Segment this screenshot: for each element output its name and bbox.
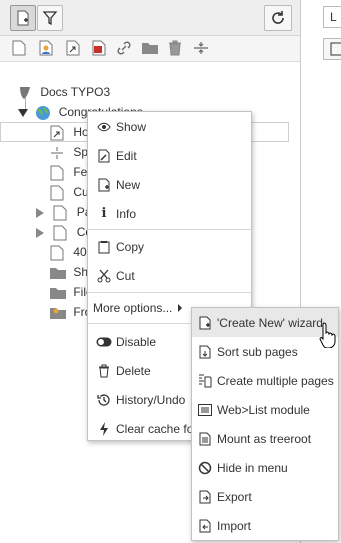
wizard-icon [197,315,213,331]
frontend-users-folder-icon [50,307,66,319]
copy-icon [96,239,112,255]
view-icon [330,42,341,56]
submenu-item-import[interactable]: Import [192,511,338,540]
page-icon [53,225,67,241]
language-select-value: L [330,10,337,24]
filter-icon [42,11,58,26]
menu-item-label: Cut [116,268,135,283]
page-icon [50,245,64,261]
submenu-item-label: Hide in menu [217,460,288,475]
page-icon [50,165,64,181]
submenu-item-export[interactable]: Export [192,482,338,511]
tree-item-frontend-users[interactable]: Fro [50,302,91,322]
bolt-icon [96,421,112,437]
menu-item-new[interactable]: New [88,170,251,199]
tree-root[interactable]: Docs TYPO3 [17,82,110,102]
refresh-icon [272,11,284,24]
shortcut-page-icon [50,125,64,141]
tree-item-content[interactable]: Co [36,222,92,242]
multi-pages-icon [197,373,213,389]
expand-triangle-icon [36,227,44,238]
submenu-item-create-multiple-pages[interactable]: Create multiple pages [192,366,338,395]
history-icon [96,392,112,408]
toggle-icon [96,334,112,350]
export-icon [197,489,213,505]
submenu-item-label: Mount as treeroot [217,431,312,446]
language-select[interactable]: L [323,6,341,28]
top-toolbar [0,0,341,36]
info-icon: i [101,206,107,221]
new-page-icon [96,177,112,193]
submenu-item-create-new-wizard[interactable]: 'Create New' wizard [192,308,338,337]
page-icon [50,185,64,201]
mount-icon [197,431,213,447]
shortcut-page-icon[interactable] [65,40,81,56]
menu-item-label: Edit [116,148,137,163]
page-icon [53,205,67,221]
menu-item-label: Info [116,206,137,221]
submenu-item-label: Create multiple pages [217,373,334,388]
submenu-item-label: 'Create New' wizard [217,315,323,330]
recycler-icon[interactable] [167,40,183,56]
hide-icon [197,460,213,476]
submenu-item-label: Import [217,518,252,533]
backend-user-page-icon[interactable] [38,40,54,56]
submenu-item-mount-as-treeroot[interactable]: Mount as treeroot [192,424,338,453]
pencil-icon [96,148,112,164]
menu-item-cut[interactable]: Cut [88,261,251,290]
collapse-triangle-icon [18,108,28,117]
submenu-item-label: Sort sub pages [217,344,298,359]
menu-separator [88,229,251,230]
trash-icon [96,363,112,379]
refresh-button[interactable] [264,5,292,31]
menu-item-label: More options... [93,301,173,315]
menu-item-show[interactable]: Show [88,112,251,141]
tree-item-pages[interactable]: Pa [36,202,91,222]
caret-right-icon [178,304,183,312]
menu-item-edit[interactable]: Edit [88,141,251,170]
page-type-toolbar [0,36,300,62]
expand-triangle-icon [36,207,44,218]
tree-item-customers[interactable]: Cu [50,182,89,202]
standard-page-icon[interactable] [11,40,27,56]
submenu-item-label: Export [217,489,252,504]
submenu-item-sort-sub-pages[interactable]: Sort sub pages [192,337,338,366]
spacer-icon[interactable] [193,40,209,56]
link-icon[interactable] [116,40,132,56]
menu-item-label: Show [116,119,147,134]
menu-item-copy[interactable]: Copy [88,232,251,261]
menu-item-info[interactable]: i Info [88,199,251,228]
submenu-item-hide-in-menu[interactable]: Hide in menu [192,453,338,482]
eye-icon [96,119,112,135]
globe-icon [36,105,51,120]
hand-cursor-icon [319,322,336,348]
tree-root-label: Docs TYPO3 [40,85,111,99]
folder-icon[interactable] [142,40,158,56]
menu-item-label: Delete [116,363,151,378]
submenu-item-list-module[interactable]: Web>List module [192,395,338,424]
more-options-submenu: 'Create New' wizard Sort sub pages Creat… [191,307,339,541]
folder-icon [50,267,66,279]
view-button[interactable] [323,38,341,60]
menu-item-label: Clear cache fo [116,421,194,436]
tree-item-home[interactable]: Ho [50,122,89,142]
menu-item-label: Copy [116,239,145,254]
new-page-icon [17,10,29,26]
menu-separator [88,292,251,293]
spacer-icon [51,146,63,159]
sort-icon [197,344,213,360]
scissors-icon [96,268,112,284]
menu-item-label: History/Undo [116,392,186,407]
menu-item-label: New [116,177,141,192]
folder-icon [50,287,66,299]
menu-item-label: Disable [116,334,157,349]
filter-button[interactable] [37,5,63,31]
new-page-button[interactable] [10,5,36,31]
list-icon [197,402,213,418]
external-link-page-icon[interactable] [91,40,107,56]
submenu-item-label: Web>List module [217,402,310,417]
import-icon [197,518,213,534]
